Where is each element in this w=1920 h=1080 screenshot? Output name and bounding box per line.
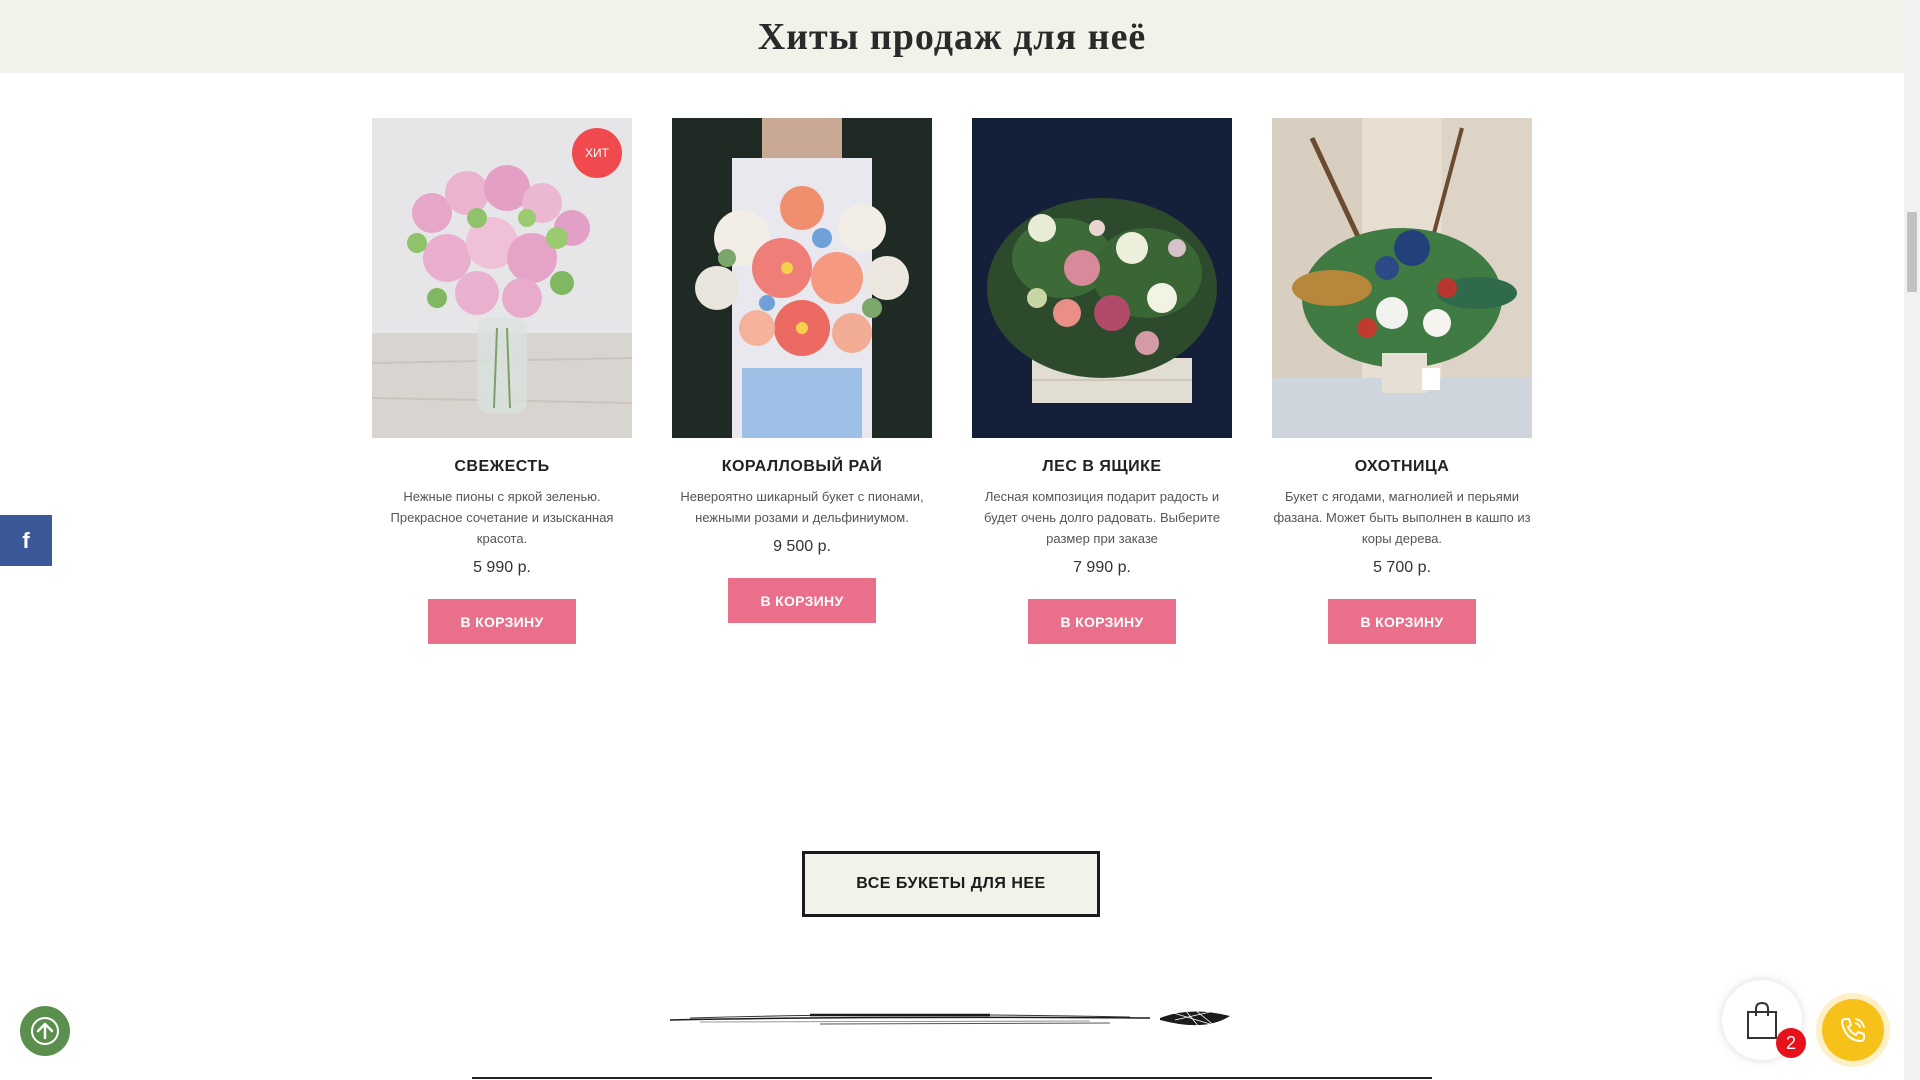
shopping-bag-icon bbox=[1747, 1001, 1777, 1039]
product-description: Букет с ягодами, магнолией и перьями фаз… bbox=[1273, 489, 1531, 546]
product-image[interactable] bbox=[672, 118, 932, 438]
product-price: 7 990 р. bbox=[1073, 559, 1131, 576]
add-to-cart-button[interactable]: В КОРЗИНУ bbox=[428, 599, 576, 644]
product-image[interactable]: ХИТ bbox=[372, 118, 632, 438]
add-to-cart-button[interactable]: В КОРЗИНУ bbox=[1328, 599, 1476, 644]
page-scrollbar-thumb[interactable] bbox=[1907, 212, 1917, 292]
product-description: Нежные пионы с яркой зеленью. Прекрасное… bbox=[390, 489, 614, 546]
section-divider-line bbox=[472, 1077, 1432, 1079]
facebook-share-button[interactable]: f bbox=[0, 515, 52, 566]
product-card: ХИТ СВЕЖЕСТЬ Нежные пионы с яркой зелень… bbox=[372, 118, 632, 644]
product-description: Невероятно шикарный букет с пионами, неж… bbox=[680, 489, 924, 525]
section-header: Хиты продаж для неё bbox=[0, 0, 1904, 73]
facebook-icon: f bbox=[22, 527, 30, 553]
add-to-cart-button[interactable]: В КОРЗИНУ bbox=[1028, 599, 1176, 644]
hit-badge: ХИТ bbox=[572, 128, 622, 178]
arrow-up-icon bbox=[31, 1017, 59, 1045]
product-card: ОХОТНИЦА Букет с ягодами, магнолией и пе… bbox=[1272, 118, 1532, 644]
product-card: КОРАЛЛОВЫЙ РАЙ Невероятно шикарный букет… bbox=[672, 118, 932, 623]
floating-cart-button[interactable]: 2 bbox=[1722, 980, 1806, 1060]
callback-button[interactable] bbox=[1822, 999, 1884, 1061]
product-price: 5 700 р. bbox=[1373, 559, 1431, 576]
phone-icon bbox=[1841, 1018, 1865, 1042]
product-description: Лесная композиция подарит радость и буде… bbox=[983, 489, 1221, 546]
product-name[interactable]: СВЕЖЕСТЬ bbox=[372, 458, 632, 476]
feather-divider-decoration bbox=[669, 998, 1235, 1038]
product-price: 5 990 р. bbox=[473, 559, 531, 576]
product-card: ЛЕС В ЯЩИКЕ Лесная композиция подарит ра… bbox=[972, 118, 1232, 644]
cart-count-badge: 2 bbox=[1776, 1028, 1806, 1058]
section-title: Хиты продаж для неё bbox=[757, 15, 1147, 58]
product-image[interactable] bbox=[972, 118, 1232, 438]
product-grid: ХИТ СВЕЖЕСТЬ Нежные пионы с яркой зелень… bbox=[372, 118, 1532, 658]
add-to-cart-button[interactable]: В КОРЗИНУ bbox=[728, 578, 876, 623]
product-price: 9 500 р. bbox=[773, 538, 831, 555]
all-bouquets-button[interactable]: ВСЕ БУКЕТЫ ДЛЯ НЕЕ bbox=[802, 851, 1100, 917]
product-name[interactable]: ОХОТНИЦА bbox=[1272, 458, 1532, 476]
product-image[interactable] bbox=[1272, 118, 1532, 438]
product-name[interactable]: ЛЕС В ЯЩИКЕ bbox=[972, 458, 1232, 476]
product-name[interactable]: КОРАЛЛОВЫЙ РАЙ bbox=[672, 458, 932, 476]
scroll-to-top-button[interactable] bbox=[20, 1006, 70, 1056]
page-scrollbar-track[interactable] bbox=[1904, 0, 1920, 1080]
